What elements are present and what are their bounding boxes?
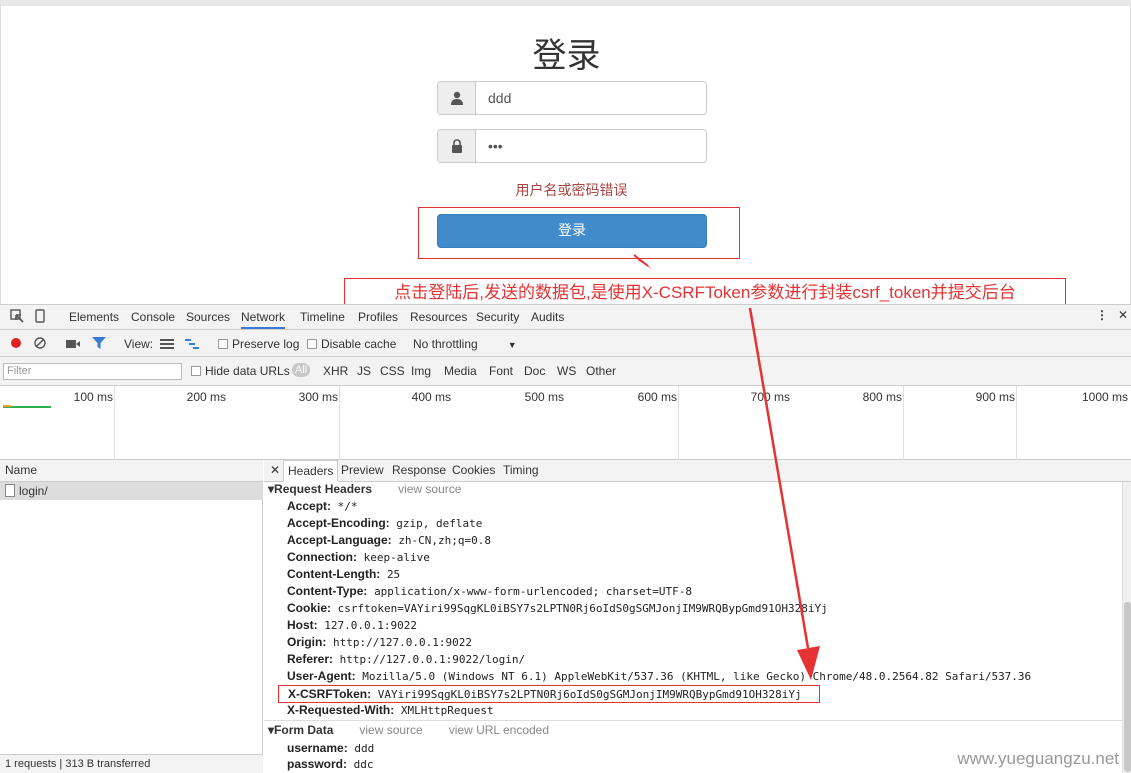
screenshot: 登录 ddd ••• 用户名或密码错误 登录 点击登陆后,发送的数据包,是使用X… [0, 0, 1131, 773]
watermark: www.yueguangzu.net [957, 749, 1119, 768]
annotation-arrowhead [797, 646, 820, 680]
annotation-arrowhead [636, 259, 652, 269]
annotation-arrow-long [748, 307, 810, 649]
annotation-arrows [633, 254, 820, 680]
